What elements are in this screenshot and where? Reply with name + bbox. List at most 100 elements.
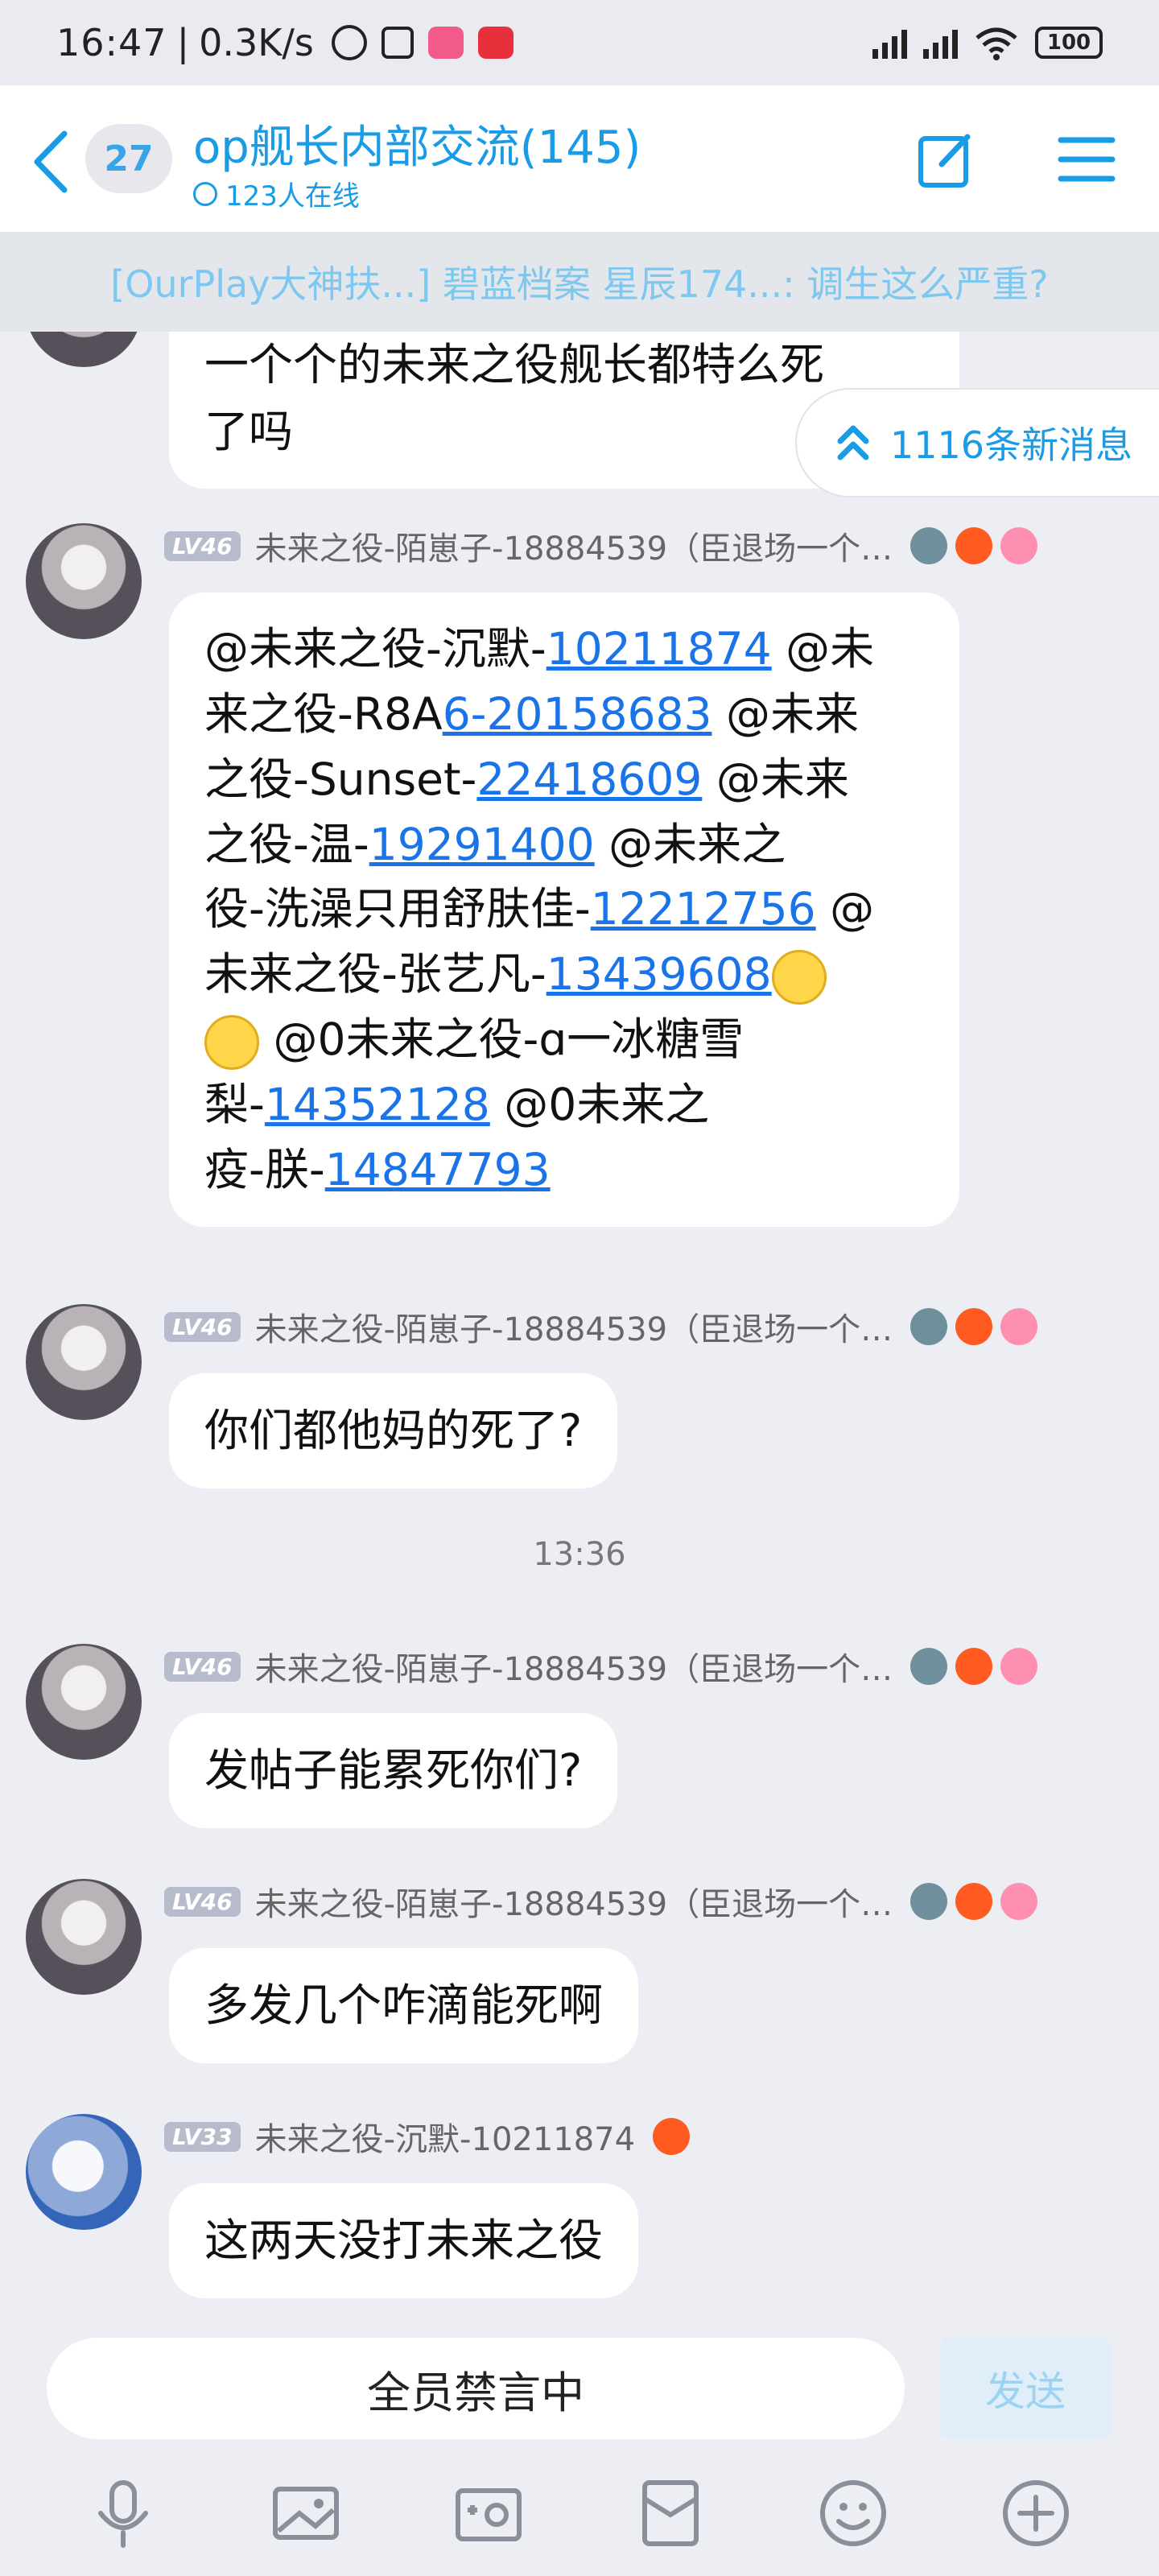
message-text: 之役-温-: [204, 818, 369, 870]
emoji-icon[interactable]: [815, 2475, 892, 2552]
message-input[interactable]: 全员禁言中: [47, 2338, 905, 2439]
send-button[interactable]: 发送: [940, 2338, 1111, 2439]
fire-badge-icon: [955, 1648, 993, 1685]
message-text-line: 一个个的未来之役舰长都特么死: [204, 339, 825, 390]
message-text: 之役-Sunset-: [204, 753, 477, 805]
avatar[interactable]: [26, 2114, 142, 2230]
alarm-icon: [331, 25, 367, 60]
double-chevron-up-icon: [837, 425, 869, 460]
smile-badge-icon: [1000, 1883, 1038, 1920]
message-text: @0未来之: [489, 1078, 710, 1130]
level-badge: LV46: [164, 1886, 241, 1917]
message-text: @未: [771, 623, 875, 675]
fire-badge-icon: [955, 527, 993, 564]
status-notification-icons: [331, 25, 514, 60]
level-badge: LV33: [164, 2121, 241, 2152]
online-count: 123人在线: [193, 174, 360, 213]
signal-icon: [923, 27, 958, 59]
message-text: 来之役-R8A: [204, 687, 443, 740]
smile-badge-icon: [1000, 1308, 1038, 1345]
avatar[interactable]: [26, 332, 142, 367]
sender-name[interactable]: 未来之役-沉默-10211874: [255, 2113, 635, 2160]
message-bubble[interactable]: 发帖子能累死你们?: [169, 1713, 618, 1828]
fire-badge-icon: [653, 2118, 691, 2155]
message-text: 役-洗澡只用舒肤佳-: [204, 883, 591, 935]
message-text: @未来: [702, 753, 849, 805]
citic-icon: [477, 27, 514, 59]
battery-level: 100: [1046, 31, 1091, 55]
nfc-icon: [381, 27, 414, 59]
honor-badges: [910, 1308, 1038, 1345]
camera-icon[interactable]: [450, 2475, 527, 2552]
new-messages-label: 1116条新消息: [890, 423, 1133, 467]
avatar[interactable]: [26, 523, 142, 639]
plus-icon[interactable]: [997, 2475, 1074, 2552]
emoji-icon: [771, 950, 827, 1005]
fire-badge-icon: [955, 1883, 993, 1920]
dragon-badge-icon: [910, 1883, 948, 1920]
chat-list[interactable]: 一个个的未来之役舰长都特么死 了吗 LV46 未来之役-陌崽子-18884539…: [0, 332, 1159, 2322]
user-id-link[interactable]: 10211874: [547, 623, 772, 675]
online-count-label: 123人在线: [225, 180, 360, 213]
message-text: 未来之役-张艺凡-: [204, 948, 547, 1001]
message-bubble[interactable]: 多发几个咋滴能死啊: [169, 1948, 639, 2063]
avatar[interactable]: [26, 1879, 142, 1995]
message-text: @: [815, 883, 875, 935]
unread-count-badge[interactable]: 27: [85, 124, 172, 193]
menu-icon[interactable]: [1054, 127, 1119, 192]
user-id-link[interactable]: 14847793: [325, 1144, 551, 1195]
message-meta: LV46 未来之役-陌崽子-18884539（臣退场一个…: [164, 1882, 1038, 1923]
group-title[interactable]: op舰长内部交流(145): [193, 111, 641, 176]
status-system-icons: 100: [872, 25, 1103, 60]
chat-header: 27 op舰长内部交流(145) 123人在线: [0, 85, 1159, 232]
message-text: @0未来之役-ɑ一冰糖雪: [259, 1013, 744, 1066]
sender-name[interactable]: 未来之役-陌崽子-18884539（臣退场一个…: [255, 1878, 893, 1925]
message-bubble[interactable]: 这两天没打未来之役: [169, 2183, 639, 2298]
sender-name[interactable]: 未来之役-陌崽子-18884539（臣退场一个…: [255, 522, 893, 569]
level-badge: LV46: [164, 1311, 241, 1342]
message-text: 梨-: [204, 1078, 265, 1130]
status-speed: 0.3K/s: [199, 21, 314, 64]
level-badge: LV46: [164, 1651, 241, 1682]
dragon-badge-icon: [910, 527, 948, 564]
back-icon[interactable]: [24, 126, 89, 198]
status-bar: 16:47 | 0.3K/s 100: [0, 0, 1159, 85]
user-id-link[interactable]: 13439608: [547, 948, 772, 1000]
input-row: 全员禁言中 发送: [0, 2322, 1159, 2450]
signal-icon: [872, 27, 907, 59]
avatar[interactable]: [26, 1644, 142, 1760]
status-divider: |: [176, 21, 190, 64]
microphone-icon[interactable]: [85, 2475, 162, 2552]
new-messages-button[interactable]: 1116条新消息: [795, 388, 1159, 497]
message-text: @未来之: [594, 818, 786, 870]
user-id-link[interactable]: 6-20158683: [443, 688, 712, 740]
bilibili-icon: [427, 27, 464, 59]
message-bubble[interactable]: @未来之役-沉默-10211874 @未 来之役-R8A6-20158683 @未…: [169, 592, 959, 1227]
user-id-link[interactable]: 12212756: [591, 883, 816, 935]
message-text: @未来之役-沉默-: [204, 623, 547, 675]
status-time: 16:47: [56, 21, 167, 64]
user-id-link[interactable]: 19291400: [369, 819, 595, 870]
battery-icon: 100: [1035, 27, 1103, 59]
red-packet-icon[interactable]: [632, 2475, 709, 2552]
message-meta: LV46 未来之役-陌崽子-18884539（臣退场一个…: [164, 1647, 1038, 1688]
level-badge: LV46: [164, 530, 241, 561]
message-text: @未来: [711, 687, 859, 740]
message-meta: LV46 未来之役-陌崽子-18884539（臣退场一个…: [164, 1307, 1038, 1348]
sender-name[interactable]: 未来之役-陌崽子-18884539（臣退场一个…: [255, 1303, 893, 1350]
smile-badge-icon: [1000, 1648, 1038, 1685]
image-icon[interactable]: [267, 2475, 344, 2552]
dragon-badge-icon: [910, 1648, 948, 1685]
user-id-link[interactable]: 22418609: [476, 753, 702, 805]
avatar[interactable]: [26, 1304, 142, 1420]
honor-badges: [910, 527, 1038, 564]
online-check-icon: [193, 181, 217, 206]
fire-badge-icon: [955, 1308, 993, 1345]
message-bubble[interactable]: 你们都他妈的死了?: [169, 1373, 618, 1488]
honor-badges: [910, 1648, 1038, 1685]
message-meta: LV46 未来之役-陌崽子-18884539（臣退场一个…: [164, 526, 1038, 568]
pinned-banner[interactable]: [OurPlay大神扶...] 碧蓝档案 星辰174...: 调生这么严重?: [0, 232, 1159, 332]
edit-icon[interactable]: [914, 127, 979, 192]
sender-name[interactable]: 未来之役-陌崽子-18884539（臣退场一个…: [255, 1643, 893, 1690]
user-id-link[interactable]: 14352128: [265, 1079, 490, 1130]
